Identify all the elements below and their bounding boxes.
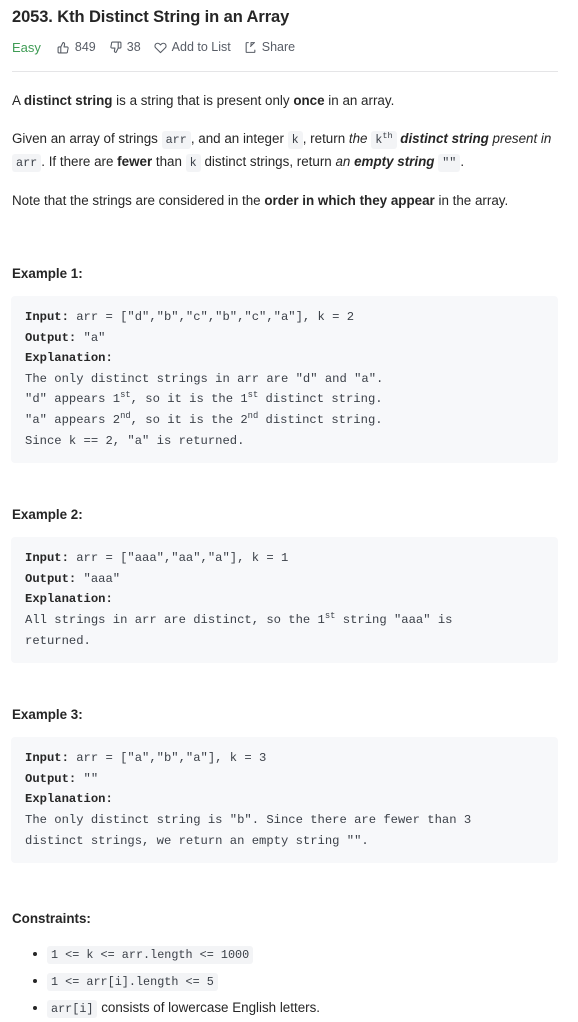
italic-an: an: [335, 154, 351, 169]
list-item: 1 <= k <= arr.length <= 1000: [33, 941, 558, 968]
add-to-list-button[interactable]: Add to List: [154, 40, 231, 54]
description-paragraph-3: Note that the strings are considered in …: [12, 190, 558, 212]
input-value: arr = ["a","b","a"], k = 3: [68, 751, 267, 766]
text-fragment: , and an integer: [190, 131, 288, 146]
explanation-text: "a" appears 2: [25, 412, 121, 427]
example-1-code-block: Input: arr = ["d","b","c","b","c","a"], …: [11, 296, 558, 464]
explanation-text: , so it is the 2: [130, 412, 248, 427]
thumbs-up-icon: [57, 41, 70, 54]
share-button[interactable]: Share: [244, 40, 295, 54]
inline-code-k-2: k: [185, 154, 201, 172]
explanation-text: distinct string.: [258, 392, 383, 407]
explanation-line: The only distinct strings in arr are "d"…: [25, 371, 384, 386]
bold-distinct-string: distinct string: [23, 93, 113, 108]
problem-meta-toolbar: Easy 849 38 Add to List Share: [12, 37, 558, 57]
inline-code-empty-string: "": [438, 154, 461, 172]
ordinal-superscript: st: [247, 390, 259, 401]
explanation-line: "d" appears 1st, so it is the 1st distin…: [25, 390, 383, 407]
italic-the: the: [348, 131, 368, 146]
text-fragment: Given an array of strings: [12, 131, 162, 146]
text-fragment: in an array.: [324, 93, 395, 108]
dislike-count: 38: [126, 40, 141, 54]
text-fragment: than: [152, 154, 186, 169]
example-1-heading: Example 1:: [12, 266, 83, 281]
inline-code-kth: kth: [371, 131, 397, 149]
share-label: Share: [261, 40, 296, 54]
problem-description-panel: 2053. Kth Distinct String in an Array Ea…: [0, 0, 578, 1022]
list-item: arr[i] consists of lowercase English let…: [33, 995, 558, 1022]
output-value: "aaa": [76, 571, 121, 586]
input-value: arr = ["aaa","aa","a"], k = 1: [68, 551, 289, 566]
text-fragment: is a string that is present only: [112, 93, 294, 108]
input-label: Input:: [25, 310, 69, 324]
constraints-list: 1 <= k <= arr.length <= 1000 1 <= arr[i]…: [12, 941, 558, 1022]
description-paragraph-2: Given an array of strings arr, and an in…: [12, 128, 558, 174]
inline-code-arr-2: arr: [12, 154, 42, 172]
explanation-text: All strings in arr are distinct, so the …: [25, 612, 325, 627]
output-label: Output:: [25, 330, 77, 345]
inline-code-th-superscript: th: [382, 131, 393, 142]
bold-italic-empty-string: empty string: [354, 154, 435, 169]
explanation-line: All strings in arr are distinct, so the …: [25, 610, 452, 647]
text-fragment: in the array.: [434, 193, 509, 208]
thumbs-down-icon: [109, 41, 122, 54]
example-2-code-block: Input: arr = ["aaa","aa","a"], k = 1 Out…: [11, 537, 558, 664]
example-3-code-block: Input: arr = ["a","b","a"], k = 3 Output…: [11, 737, 558, 864]
output-label: Output:: [25, 571, 77, 586]
inline-code-k: k: [287, 131, 303, 149]
output-label: Output:: [25, 771, 77, 786]
text-fragment: , return: [302, 131, 349, 146]
output-value: "": [76, 771, 99, 786]
share-icon: [244, 41, 257, 54]
page-title: 2053. Kth Distinct String in an Array: [12, 8, 290, 26]
dislike-button[interactable]: 38: [109, 40, 141, 54]
input-label: Input:: [25, 551, 69, 566]
text-fragment: A: [12, 93, 24, 108]
text-fragment: Note that the strings are considered in …: [12, 193, 265, 208]
text-fragment: .: [460, 154, 465, 169]
input-label: Input:: [25, 751, 69, 766]
output-value: "a": [76, 330, 106, 345]
ordinal-superscript: nd: [120, 410, 131, 421]
explanation-label: Explanation:: [25, 792, 113, 807]
explanation-text: distinct string.: [258, 412, 383, 427]
ordinal-superscript: st: [120, 390, 131, 401]
example-2-heading: Example 2:: [12, 507, 83, 523]
bold-fewer: fewer: [117, 154, 153, 169]
constraint-code: 1 <= k <= arr.length <= 1000: [47, 946, 254, 965]
example-3-heading: Example 3:: [12, 707, 83, 723]
constraint-text: consists of lowercase English letters.: [97, 1000, 321, 1016]
like-button[interactable]: 849: [57, 40, 96, 54]
constraint-code: arr[i]: [47, 1000, 98, 1019]
input-value: arr = ["d","b","c","b","c","a"], k = 2: [68, 310, 355, 324]
inline-code-arr: arr: [161, 131, 191, 149]
description-paragraph-1: A distinct string is a string that is pr…: [12, 90, 558, 112]
add-to-list-label: Add to List: [171, 40, 231, 54]
bold-once: once: [293, 93, 325, 108]
heart-icon: [154, 41, 167, 54]
italic-present-in: present in: [492, 131, 552, 146]
text-fragment: . If there are: [41, 154, 118, 169]
header-divider: [12, 71, 558, 72]
ordinal-superscript: nd: [247, 410, 259, 421]
list-item: 1 <= arr[i].length <= 5: [33, 968, 558, 995]
explanation-text: "d" appears 1: [25, 392, 121, 407]
bold-italic-distinct-string: distinct string: [400, 131, 489, 146]
like-count: 849: [74, 40, 96, 54]
text-fragment: distinct strings, return: [200, 154, 336, 169]
explanation-text: , so it is the 1: [130, 392, 248, 407]
explanation-line: The only distinct string is "b". Since t…: [25, 812, 472, 848]
explanation-label: Explanation:: [25, 592, 113, 607]
explanation-line: "a" appears 2nd, so it is the 2nd distin…: [25, 410, 383, 427]
constraints-heading: Constraints:: [12, 911, 91, 927]
difficulty-badge[interactable]: Easy: [12, 40, 41, 55]
explanation-label: Explanation:: [25, 351, 113, 366]
bold-order-appear: order in which they appear: [264, 193, 435, 208]
ordinal-superscript: st: [324, 610, 336, 621]
explanation-line: Since k == 2, "a" is returned.: [25, 433, 245, 448]
